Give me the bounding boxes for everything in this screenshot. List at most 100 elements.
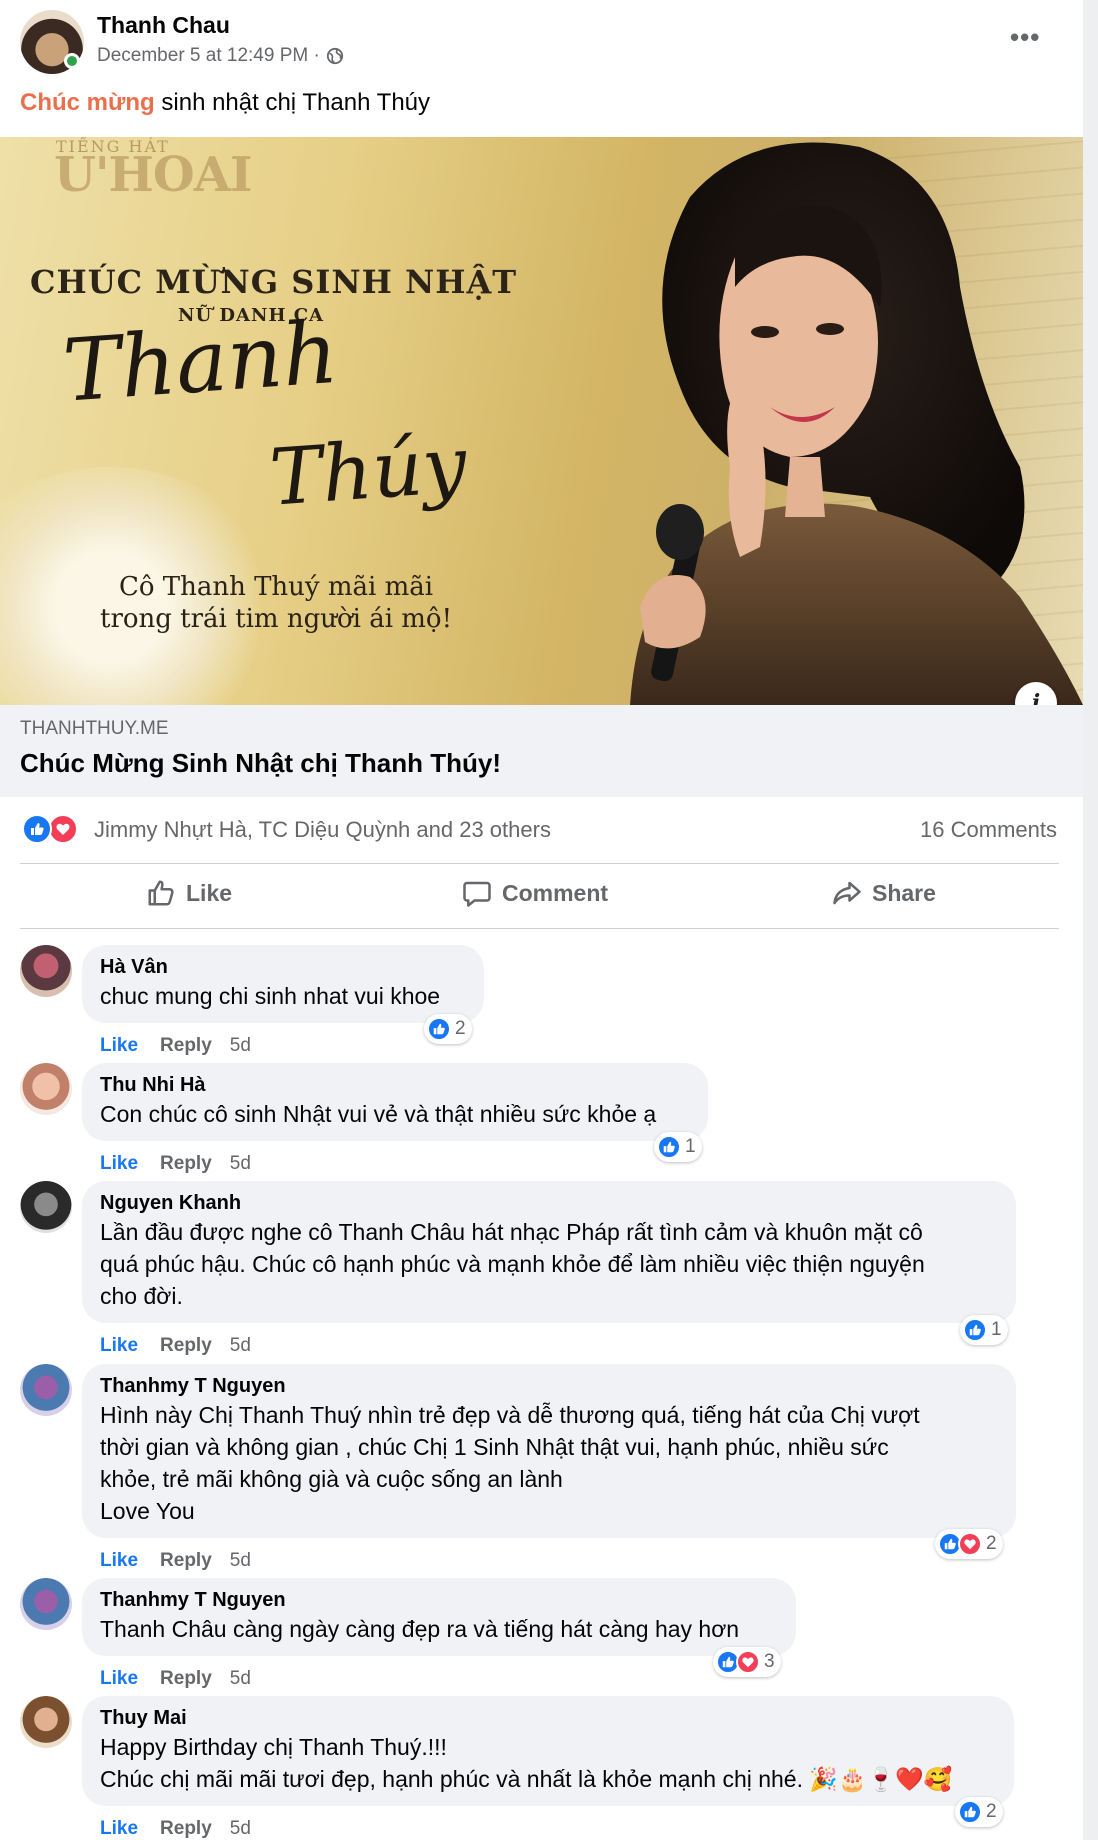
commenter-name[interactable]: Thanhmy T Nguyen [100,1373,998,1399]
comment-count[interactable]: 16 Comments [920,817,1057,843]
thumbs-up-icon [148,880,174,906]
comment-reaction-count[interactable]: 3 [713,1647,781,1677]
comment-time[interactable]: 5d [230,1668,251,1690]
page-edge [1083,0,1098,1840]
love-reaction-icon [958,1532,982,1556]
comment-reply-link[interactable]: Reply [160,1668,212,1690]
comment-reaction-count[interactable]: 2 [955,1797,1003,1827]
comment-like-link[interactable]: Like [100,1335,138,1357]
commenter-name[interactable]: Thanhmy T Nguyen [100,1587,778,1613]
divider [20,863,1059,864]
link-title[interactable]: Chúc Mừng Sinh Nhật chị Thanh Thúy! [20,748,501,779]
reaction-count-number: 2 [986,1533,997,1554]
commenter-name[interactable]: Hà Vân [100,954,466,980]
comment-text-line: khỏe, trẻ mãi không già và cuộc sống an … [100,1466,563,1492]
commenter-name[interactable]: Thuy Mai [100,1705,996,1731]
comment-actions: Like Reply 5d [100,1035,251,1057]
more-options-button[interactable]: ••• [1010,24,1040,50]
comment-time[interactable]: 5d [230,1035,251,1057]
like-button-label: Like [186,879,233,906]
post-timestamp[interactable]: December 5 at 12:49 PM · [97,45,320,67]
comment-time[interactable]: 5d [230,1153,251,1175]
like-button[interactable]: Like [146,878,232,908]
comment-like-link[interactable]: Like [100,1035,138,1057]
post-text: Chúc mừng sinh nhật chị Thanh Thúy [20,89,430,117]
link-preview-image[interactable]: TIẾNG HÁT U'HOAI CHÚC MỪNG SINH NHẬT NỮ … [0,137,1083,705]
comment-actions: Like Reply 5d [100,1550,251,1572]
like-reaction-icon [427,1017,451,1041]
comment-text-line: quá phúc hậu. Chúc cô hạnh phúc và mạnh … [100,1251,925,1277]
comment-actions: Like Reply 5d [100,1153,251,1175]
comment-reply-link[interactable]: Reply [160,1153,212,1175]
comment-text-line: Hình này Chị Thanh Thuý nhìn trẻ đẹp và … [100,1402,920,1428]
image-title: CHÚC MỪNG SINH NHẬT [30,263,518,301]
poster-name[interactable]: Thanh Chau [97,12,230,39]
comment-reaction-count[interactable]: 1 [960,1315,1008,1345]
comment-like-link[interactable]: Like [100,1153,138,1175]
image-script-name-1: Thanh [60,302,342,422]
comment-like-link[interactable]: Like [100,1818,138,1840]
comment-time[interactable]: 5d [230,1550,251,1572]
online-status-dot [64,53,80,69]
comment-reaction-count[interactable]: 2 [935,1529,1003,1559]
comment-actions: Like Reply 5d [100,1818,251,1840]
commenter-avatar[interactable] [20,1063,72,1115]
comment-time[interactable]: 5d [230,1335,251,1357]
reaction-count-number: 1 [991,1319,1002,1340]
comment-reply-link[interactable]: Reply [160,1035,212,1057]
image-logo: U'HOAI [54,147,252,203]
comment-bubble-icon [463,881,491,907]
post-meta: December 5 at 12:49 PM · [97,45,344,67]
comment-text-line: Con chúc cô sinh Nhật vui vẻ và thật nhi… [100,1101,657,1127]
comment-reaction-count[interactable]: 2 [424,1014,472,1044]
commenter-avatar[interactable] [20,1181,72,1233]
comment-text-line: thời gian và không gian , chúc Chị 1 Sin… [100,1434,889,1460]
commenter-avatar[interactable] [20,1696,72,1748]
comment-reply-link[interactable]: Reply [160,1818,212,1840]
comment-like-link[interactable]: Like [100,1550,138,1572]
globe-icon [326,47,343,65]
comment-text-line: cho đời. [100,1283,183,1309]
comment-bubble: Hà Vân chuc mung chi sinh nhat vui khoe [82,945,484,1023]
comment-reaction-count[interactable]: 1 [654,1132,702,1162]
comment-bubble: Thanhmy T Nguyen Thanh Châu càng ngày càn… [82,1578,796,1656]
like-reaction-icon [657,1135,681,1159]
reaction-count-number: 1 [685,1136,696,1157]
love-reaction-icon [736,1650,760,1674]
comment-like-link[interactable]: Like [100,1668,138,1690]
comment-text-line: chuc mung chi sinh nhat vui khoe [100,983,441,1009]
share-button[interactable]: Share [832,878,936,908]
comment-button[interactable]: Comment [462,878,608,908]
reaction-count-number: 2 [455,1018,466,1039]
reaction-names[interactable]: Jimmy Nhựt Hà, TC Diệu Quỳnh and 23 othe… [94,817,551,843]
comment-time[interactable]: 5d [230,1818,251,1840]
comment-text-line: Lần đầu được nghe cô Thanh Châu hát nhạc… [100,1219,923,1245]
commenter-name[interactable]: Nguyen Khanh [100,1190,998,1216]
commenter-avatar[interactable] [20,1364,72,1416]
commenter-name[interactable]: Thu Nhi Hà [100,1072,690,1098]
comment-bubble: Thuy Mai Happy Birthday chị Thanh Thuý.!!… [82,1696,1014,1806]
commenter-avatar[interactable] [20,945,72,997]
image-script-name-2: Thúy [267,420,470,524]
like-reaction-icon [22,814,52,844]
singer-portrait [630,142,1083,705]
link-preview-box[interactable]: THANHTHUY.ME Chúc Mừng Sinh Nhật chị Tha… [0,705,1083,797]
reaction-count-number: 2 [986,1801,997,1822]
reaction-icons[interactable] [22,814,84,844]
comment-reply-link[interactable]: Reply [160,1335,212,1357]
image-caption-line: Cô Thanh Thuý mãi mãi [118,572,434,602]
post-text-highlight[interactable]: Chúc mừng [20,89,155,116]
post-text-body: sinh nhật chị Thanh Thúy [154,89,431,116]
comment-bubble: Thanhmy T Nguyen Hình này Chị Thanh Thuý … [82,1364,1016,1538]
comment-reply-link[interactable]: Reply [160,1550,212,1572]
comment-button-label: Comment [502,879,609,906]
share-button-label: Share [872,879,936,906]
image-caption: Cô Thanh Thuý mãi mãi trong trái tim ngư… [100,571,452,635]
commenter-avatar[interactable] [20,1578,72,1630]
comment-bubble: Thu Nhi Hà Con chúc cô sinh Nhật vui vẻ v… [82,1063,708,1141]
divider [20,928,1059,929]
reaction-count-number: 3 [764,1651,775,1672]
share-arrow-icon [833,881,861,905]
comment-text-line: Happy Birthday chị Thanh Thuý.!!! [100,1734,447,1760]
comment-text-line: Chúc chị mãi mãi tươi đẹp, hạnh phúc và … [100,1766,953,1792]
